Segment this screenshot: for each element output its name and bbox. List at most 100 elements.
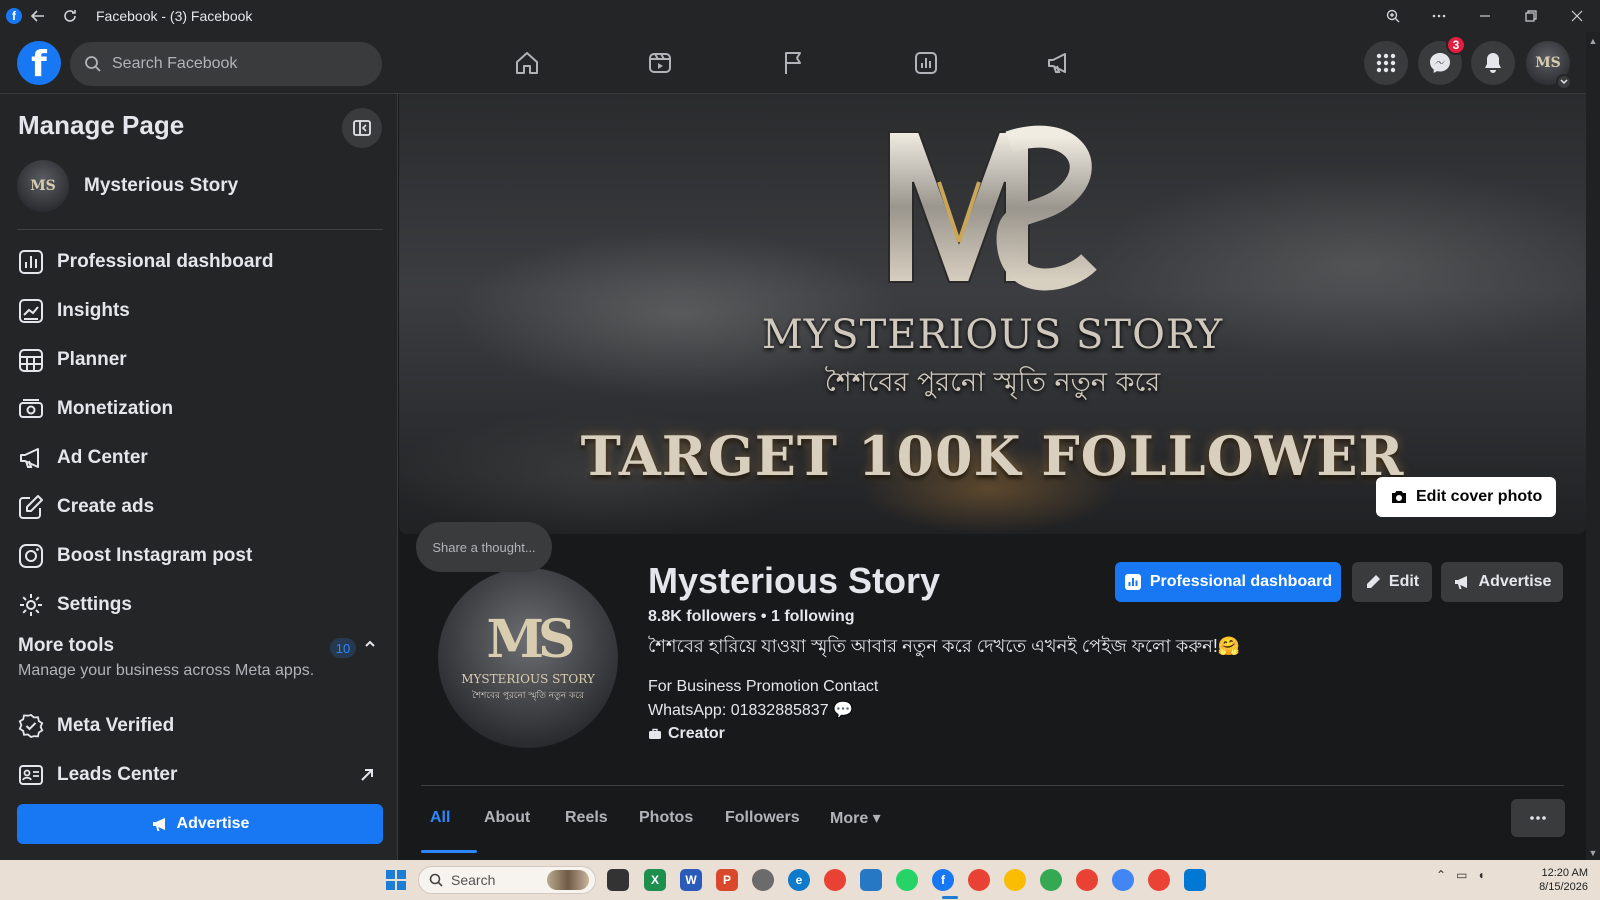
taskbar-search[interactable]: Search: [418, 866, 596, 894]
chevron-up-icon[interactable]: [364, 638, 376, 650]
tab-about[interactable]: About: [484, 798, 530, 838]
chrome-profile-icon[interactable]: [1004, 869, 1026, 891]
megaphone-icon: [152, 818, 165, 831]
megaphone-icon: [17, 444, 45, 472]
megaphone-icon[interactable]: [1004, 40, 1114, 86]
sidebar-item-leads-center[interactable]: Leads Center: [17, 753, 383, 797]
window-title: Facebook - (3) Facebook: [96, 8, 253, 24]
home-icon[interactable]: [472, 40, 582, 86]
edge-icon[interactable]: e: [788, 869, 810, 891]
followers-count[interactable]: 8.8K followers • 1 following: [648, 608, 855, 626]
sidebar-item-label: Boost Instagram post: [57, 545, 253, 566]
professional-dashboard-button[interactable]: Professional dashboard: [1115, 562, 1341, 602]
dashboard-icon[interactable]: [871, 40, 981, 86]
system-tray[interactable]: ⌃ ▭ ◖: [1436, 868, 1485, 882]
sidebar-item-meta-verified[interactable]: Meta Verified: [17, 704, 383, 748]
chrome-profile-icon[interactable]: [1112, 869, 1134, 891]
scroll-down-arrow-icon[interactable]: ▼: [1588, 848, 1598, 858]
notepad-icon[interactable]: [860, 869, 882, 891]
notifications-bell-icon[interactable]: [1471, 41, 1515, 85]
chrome-profile-icon[interactable]: [1076, 869, 1098, 891]
collapse-sidebar-icon[interactable]: [342, 108, 382, 148]
facebook-top-nav: f 3 MS: [0, 32, 1600, 94]
tab-more[interactable]: More ▾: [830, 798, 881, 838]
sidebar-item-professional-dashboard[interactable]: Professional dashboard: [17, 240, 383, 284]
cover-subtitle: শৈশবের পুরনো স্মৃতি নতুন করে: [824, 367, 1161, 398]
sidebar-item-ad-center[interactable]: Ad Center: [17, 436, 383, 480]
restore-icon[interactable]: [1508, 0, 1554, 32]
sidebar-page-name: Mysterious Story: [84, 175, 239, 196]
chevron-down-icon[interactable]: [1556, 74, 1572, 90]
contact-line: For Business Promotion Contact: [648, 678, 879, 695]
tab-reels[interactable]: Reels: [565, 798, 608, 838]
zoom-icon[interactable]: [1370, 0, 1416, 32]
edit-button[interactable]: Edit: [1352, 562, 1432, 602]
tab-overflow-menu-button[interactable]: [1511, 799, 1565, 837]
refresh-icon[interactable]: [54, 0, 86, 32]
sidebar-advertise-label: Advertise: [176, 815, 250, 832]
sidebar-item-monetization[interactable]: Monetization: [17, 387, 383, 431]
tab-photos[interactable]: Photos: [639, 798, 693, 838]
briefcase-icon: [649, 728, 661, 739]
profile-monogram: MS: [486, 608, 575, 670]
sidebar-item-insights[interactable]: Insights: [17, 289, 383, 333]
page-category-label: Creator: [668, 725, 725, 742]
chrome-icon[interactable]: [824, 869, 846, 891]
chrome-profile-icon[interactable]: [968, 869, 990, 891]
taskbar-clock[interactable]: 12:20 AM 8/15/2026: [1538, 866, 1588, 894]
sidebar-item-settings[interactable]: Settings: [17, 583, 383, 627]
vscode-icon[interactable]: [1184, 869, 1206, 891]
pages-flag-icon[interactable]: [738, 40, 848, 86]
back-icon[interactable]: [22, 0, 54, 32]
search-input[interactable]: [112, 55, 362, 73]
advertise-label: Advertise: [1478, 573, 1552, 590]
sidebar-item-create-ads[interactable]: Create ads: [17, 485, 383, 529]
active-app-indicator: [942, 896, 958, 899]
microphone-icon[interactable]: [752, 869, 774, 891]
excel-icon[interactable]: X: [644, 869, 666, 891]
word-icon[interactable]: W: [680, 869, 702, 891]
tab-followers[interactable]: Followers: [725, 798, 800, 838]
sidebar-item-planner[interactable]: Planner: [17, 338, 383, 382]
messenger-badge: 3: [1446, 35, 1466, 55]
share-thought-bubble[interactable]: Share a thought...: [416, 522, 552, 572]
cover-photo[interactable]: MYSTERIOUS STORY শৈশবের পুরনো স্মৃতি নতু…: [399, 94, 1586, 534]
page-scrollbar[interactable]: [1586, 32, 1600, 860]
gear-icon: [17, 591, 45, 619]
clock-time: 12:20 AM: [1541, 867, 1588, 879]
chevron-up-icon[interactable]: ⌃: [1436, 868, 1446, 882]
search-box[interactable]: [70, 42, 382, 86]
profile-picture[interactable]: MS MYSTERIOUS STORY শৈশবের পুরনো স্মৃতি …: [434, 564, 622, 752]
facebook-logo-icon[interactable]: f: [17, 41, 61, 85]
network-icon[interactable]: ▭: [1456, 868, 1467, 882]
messenger-icon[interactable]: 3: [1418, 35, 1466, 85]
edit-cover-photo-button[interactable]: Edit cover photo: [1376, 477, 1557, 517]
volume-icon[interactable]: ◖: [1477, 868, 1484, 882]
task-view-icon[interactable]: [607, 869, 629, 891]
browser-title-bar: f Facebook - (3) Facebook: [0, 0, 1600, 32]
close-icon[interactable]: [1554, 0, 1600, 32]
sidebar-advertise-button[interactable]: Advertise: [17, 804, 383, 844]
scroll-up-arrow-icon[interactable]: ▲: [1588, 36, 1598, 46]
sidebar-title: Manage Page: [18, 110, 185, 140]
minimize-icon[interactable]: [1462, 0, 1508, 32]
chrome-profile-icon[interactable]: [1040, 869, 1062, 891]
monetization-icon: [17, 395, 45, 423]
sidebar-item-boost-instagram-post[interactable]: Boost Instagram post: [17, 534, 383, 578]
windows-taskbar: Search X W P e f ⌃ ▭ ◖ 12:20 AM 8/15/202…: [0, 860, 1600, 900]
more-dots-icon: [1530, 816, 1546, 820]
professional-dashboard-label: Professional dashboard: [1149, 573, 1333, 590]
chrome-profile-icon[interactable]: [1148, 869, 1170, 891]
advertise-button[interactable]: Advertise: [1441, 562, 1563, 602]
sidebar-page-switcher[interactable]: MS Mysterious Story: [17, 158, 383, 214]
windows-start-icon[interactable]: [386, 870, 406, 890]
facebook-taskbar-icon[interactable]: f: [932, 869, 954, 891]
tab-all[interactable]: All: [430, 798, 450, 838]
video-icon[interactable]: [605, 40, 715, 86]
sidebar-item-label: Professional dashboard: [57, 251, 274, 272]
access-icon[interactable]: P: [716, 869, 738, 891]
apps-menu-icon[interactable]: [1364, 41, 1408, 85]
page-main-content: MYSTERIOUS STORY শৈশবের পুরনো স্মৃতি নতু…: [399, 94, 1586, 860]
more-options-icon[interactable]: [1416, 0, 1462, 32]
whatsapp-icon[interactable]: [896, 869, 918, 891]
